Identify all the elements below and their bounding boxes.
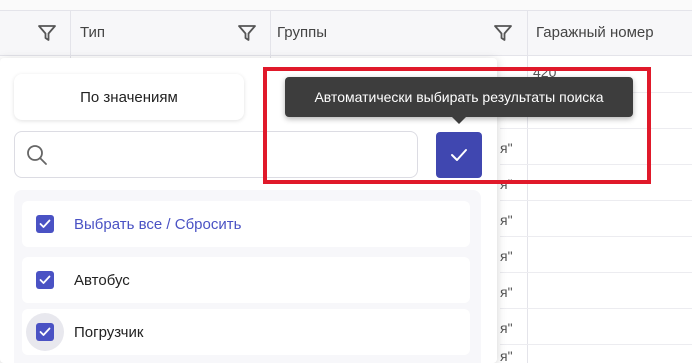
search-input[interactable]	[14, 131, 418, 178]
checkmark-icon	[39, 275, 51, 284]
table-top-strip	[0, 0, 692, 10]
checkbox[interactable]	[36, 215, 54, 233]
tooltip-arrow	[452, 117, 466, 124]
column-header-type[interactable]: Тип	[80, 24, 105, 41]
checkbox[interactable]	[36, 323, 54, 341]
list-item[interactable]: Погрузчик	[22, 309, 470, 355]
table-row-divider	[500, 272, 692, 273]
tooltip-text: Автоматически выбирать результаты поиска	[314, 89, 604, 105]
list-item-select-all[interactable]: Выбрать все / Сбросить	[22, 201, 470, 247]
table-cell: я"	[500, 248, 513, 264]
checkmark-icon	[39, 219, 51, 228]
tab-by-values-label: По значениям	[80, 88, 178, 106]
list-item-label: Выбрать все / Сбросить	[74, 215, 242, 233]
list-item-label: Автобус	[74, 271, 130, 289]
auto-select-search-results-button[interactable]	[436, 132, 482, 178]
table-row-divider	[500, 308, 692, 309]
tab-by-values[interactable]: По значениям	[14, 74, 244, 120]
checkmark-icon	[39, 327, 51, 336]
magnifier-icon	[27, 145, 47, 165]
table-row-divider	[500, 128, 692, 129]
filter-funnel-icon[interactable]	[37, 23, 57, 43]
tooltip: Автоматически выбирать результаты поиска	[285, 77, 633, 117]
list-item-label: Погрузчик	[74, 323, 144, 341]
list-item[interactable]: Автобус	[22, 257, 470, 303]
table-cell: я"	[500, 284, 513, 300]
checkbox-hover-halo	[26, 313, 64, 351]
table-cell: я"	[500, 320, 513, 336]
table-cell: я"	[500, 212, 513, 228]
table-cell: я"	[500, 348, 513, 363]
table-cell: я"	[500, 176, 513, 192]
filter-funnel-icon[interactable]	[493, 23, 513, 43]
filter-funnel-icon[interactable]	[237, 23, 257, 43]
checkmark-icon	[451, 149, 467, 161]
column-header-groups[interactable]: Группы	[277, 24, 327, 41]
column-header-garage-number[interactable]: Гаражный номер	[536, 24, 654, 41]
table-row-divider	[500, 200, 692, 201]
table-row-divider	[500, 344, 692, 345]
column-separator	[527, 10, 528, 363]
table-cell: я"	[500, 140, 513, 156]
table-row-divider	[500, 164, 692, 165]
checkbox[interactable]	[36, 271, 54, 289]
table-row-divider	[500, 236, 692, 237]
